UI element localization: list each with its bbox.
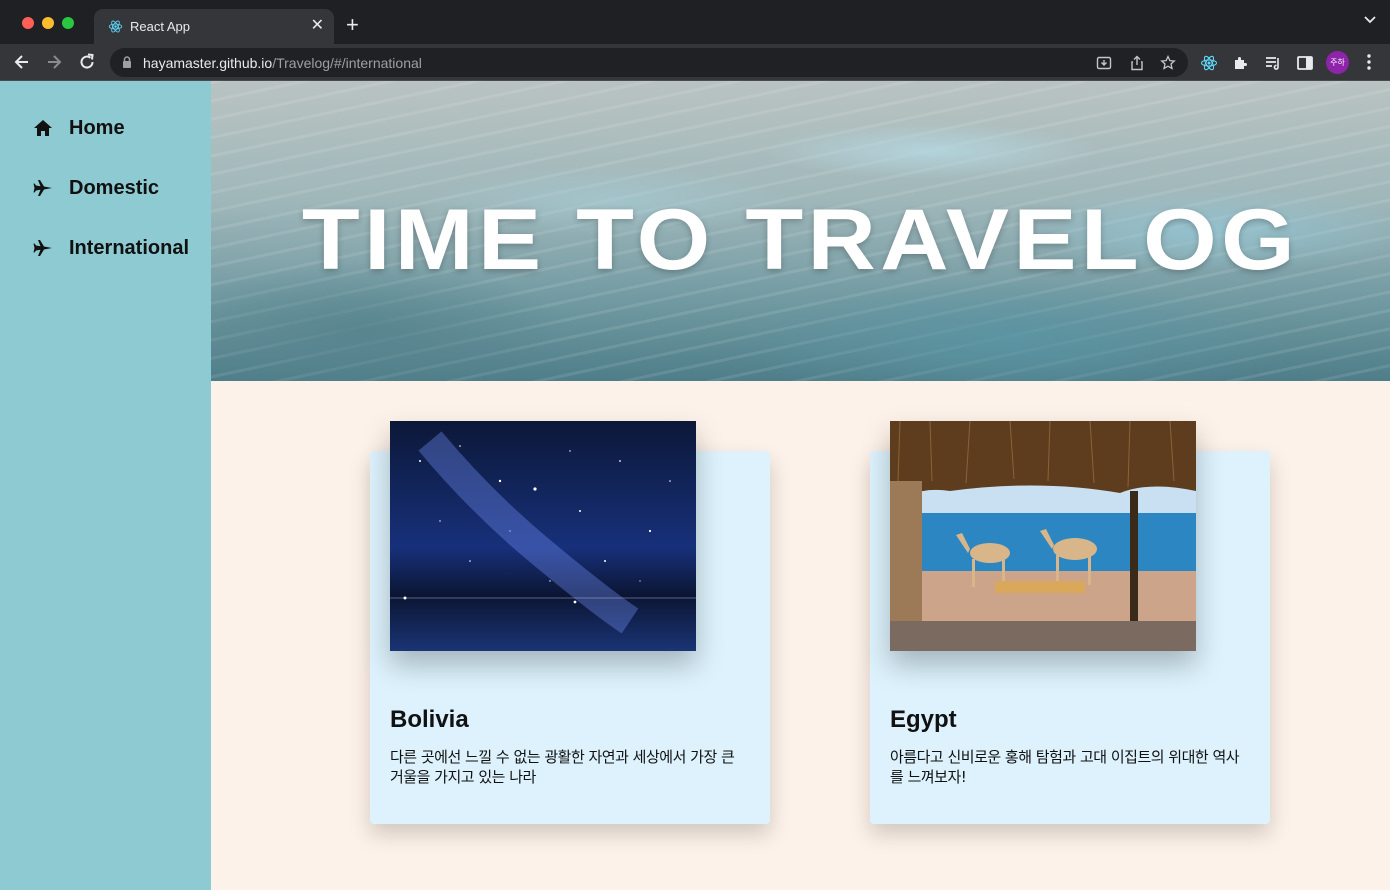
url-host: hayamaster.github.io bbox=[143, 55, 273, 71]
browser-toolbar: hayamaster.github.io/Travelog/#/internat… bbox=[0, 44, 1390, 81]
share-icon[interactable] bbox=[1129, 55, 1145, 71]
url-path: /Travelog/#/international bbox=[272, 55, 422, 71]
react-devtools-icon[interactable] bbox=[1200, 54, 1218, 72]
card-image bbox=[390, 421, 696, 651]
hero-banner: TIME TO TRAVELOG bbox=[211, 81, 1390, 381]
home-icon bbox=[32, 117, 54, 139]
browser-tab[interactable]: React App ✕ bbox=[94, 9, 334, 44]
hero-title: TIME TO TRAVELOG bbox=[301, 192, 1300, 288]
browser-tab-bar: React App ✕ + bbox=[0, 0, 1390, 44]
destination-card-egypt[interactable]: Egypt 아름다고 신비로운 홍해 탐험과 고대 이집트의 위대한 역사를 느… bbox=[870, 421, 1270, 824]
lock-icon[interactable] bbox=[122, 56, 132, 68]
card-description: 아름다고 신비로운 홍해 탐험과 고대 이집트의 위대한 역사를 느껴보자! bbox=[890, 748, 1240, 786]
sidebar-item-domestic[interactable]: Domestic bbox=[32, 173, 159, 203]
profile-avatar[interactable]: 주하 bbox=[1326, 51, 1349, 74]
close-tab-icon[interactable]: ✕ bbox=[311, 17, 324, 35]
more-menu-icon[interactable] bbox=[1366, 53, 1372, 71]
back-icon[interactable] bbox=[12, 52, 32, 72]
maximize-window-button[interactable] bbox=[62, 17, 74, 29]
side-panel-icon[interactable] bbox=[1296, 54, 1314, 72]
bolivia-night-sky-image bbox=[390, 421, 696, 651]
airplane-icon bbox=[32, 177, 54, 199]
card-description: 다른 곳에선 느낄 수 없는 광활한 자연과 세상에서 가장 큰 거울을 가지고… bbox=[390, 748, 735, 786]
page-viewport: Home Domestic International TIME TO TRAV… bbox=[0, 81, 1390, 890]
card-title: Egypt bbox=[890, 706, 957, 733]
sidebar-item-label: International bbox=[69, 236, 190, 259]
url-text: hayamaster.github.io/Travelog/#/internat… bbox=[143, 55, 422, 71]
forward-icon[interactable] bbox=[44, 52, 64, 72]
address-bar[interactable]: hayamaster.github.io/Travelog/#/internat… bbox=[110, 48, 1188, 77]
minimize-window-button[interactable] bbox=[42, 17, 54, 29]
star-icon[interactable] bbox=[1160, 55, 1176, 71]
reading-list-icon[interactable] bbox=[1264, 54, 1282, 72]
close-window-button[interactable] bbox=[22, 17, 34, 29]
sidebar-item-home[interactable]: Home bbox=[32, 113, 125, 143]
sidebar-item-international[interactable]: International bbox=[32, 233, 189, 263]
egypt-camels-beach-image bbox=[890, 421, 1196, 651]
airplane-icon bbox=[32, 237, 54, 259]
tab-title: React App bbox=[130, 19, 190, 34]
sidebar: Home Domestic International bbox=[0, 81, 211, 890]
new-tab-button[interactable]: + bbox=[346, 14, 359, 36]
card-image bbox=[890, 421, 1196, 651]
reload-icon[interactable] bbox=[77, 52, 97, 72]
extensions-puzzle-icon[interactable] bbox=[1232, 54, 1250, 72]
destination-card-bolivia[interactable]: Bolivia 다른 곳에선 느낄 수 없는 광활한 자연과 세상에서 가장 큰… bbox=[370, 421, 770, 824]
chevron-down-icon[interactable] bbox=[1364, 16, 1376, 24]
card-title: Bolivia bbox=[390, 706, 469, 733]
install-app-icon[interactable] bbox=[1096, 55, 1112, 71]
sidebar-item-label: Domestic bbox=[69, 176, 160, 199]
react-icon bbox=[108, 20, 123, 33]
sidebar-item-label: Home bbox=[69, 116, 125, 139]
